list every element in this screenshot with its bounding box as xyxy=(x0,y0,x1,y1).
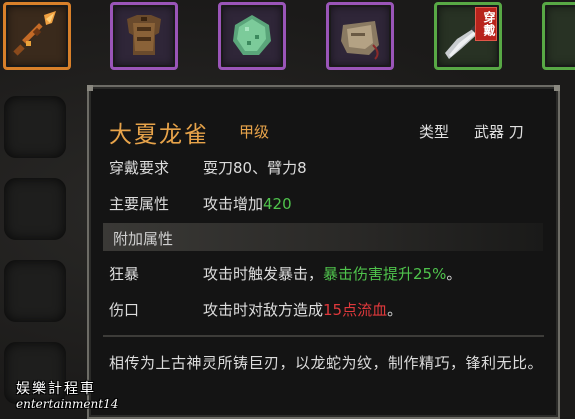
extra-attr-row: 狂暴 攻击时触发暴击，暴击伤害提升25%。 xyxy=(109,263,461,284)
requirement-label: 穿戴要求 xyxy=(109,159,170,177)
tooltip-corner xyxy=(554,85,560,91)
item-slot-jade[interactable] xyxy=(218,2,286,70)
extra-attr-suffix: 。 xyxy=(446,265,462,283)
requirement-row: 穿戴要求 耍刀80、臂力8 xyxy=(109,157,307,178)
extra-attr-highlight: 暴击伤害提升25% xyxy=(323,265,447,283)
item-tooltip: 大夏龙雀 甲级 类型 武器 刀 穿戴要求 耍刀80、臂力8 主要属性 攻击增加 42… xyxy=(87,85,560,419)
item-grade: 甲级 xyxy=(239,123,270,141)
extra-attr-header-label: 附加属性 xyxy=(113,230,174,248)
main-attr-row: 主要属性 攻击增加 420 xyxy=(109,193,292,214)
extra-attr-label: 狂暴 xyxy=(109,265,140,283)
item-name: 大夏龙雀 xyxy=(109,122,209,148)
item-slot-armor[interactable] xyxy=(110,2,178,70)
jade-stone-icon xyxy=(233,15,271,55)
requirement-value: 耍刀80、臂力8 xyxy=(203,159,307,177)
item-description: 相传为上古神灵所铸巨刃，以龙蛇为纹，制作精巧，锋利无比。 xyxy=(109,354,544,372)
extra-attr-text: 攻击时对敌方造成 xyxy=(203,301,324,319)
watermark-cn: 娱樂計程車 xyxy=(16,381,96,397)
equipped-badge: 穿戴 xyxy=(475,7,497,41)
main-attr-value: 420 xyxy=(263,195,292,213)
game-screen: 穿戴 大夏龙雀 甲级 类型 武器 刀 穿戴要求 耍刀80、臂力8 主要属性 攻击增加… xyxy=(0,0,575,419)
extra-attr-suffix: 。 xyxy=(387,301,403,319)
tooltip-divider xyxy=(103,335,544,337)
item-slot-saber[interactable]: 穿戴 xyxy=(434,2,502,70)
extra-attr-row: 伤口 攻击时对敌方造成15点流血。 xyxy=(109,299,402,320)
item-slot-spear[interactable] xyxy=(3,2,71,70)
tooltip-corner xyxy=(87,85,93,91)
pouch-icon xyxy=(341,21,379,60)
leather-armor-icon xyxy=(127,15,161,55)
inventory-slot-empty[interactable] xyxy=(4,178,66,240)
extra-attr-text: 攻击时触发暴击， xyxy=(203,265,324,283)
spear-icon xyxy=(13,11,56,56)
extra-attr-highlight: 15点流血 xyxy=(323,301,388,319)
item-type-label: 类型 xyxy=(419,123,450,141)
item-type-value: 武器 刀 xyxy=(474,123,524,141)
inventory-slot-empty[interactable] xyxy=(4,96,66,158)
item-slot-partial[interactable] xyxy=(542,2,575,70)
extra-attr-label: 伤口 xyxy=(109,301,140,319)
extra-attr-header: 附加属性 xyxy=(103,223,543,251)
main-attr-prefix: 攻击增加 xyxy=(203,195,264,213)
item-slot-pouch[interactable] xyxy=(326,2,394,70)
inventory-slot-empty[interactable] xyxy=(4,260,66,322)
main-attr-label: 主要属性 xyxy=(109,195,170,213)
watermark-en: entertainment14 xyxy=(16,397,119,411)
